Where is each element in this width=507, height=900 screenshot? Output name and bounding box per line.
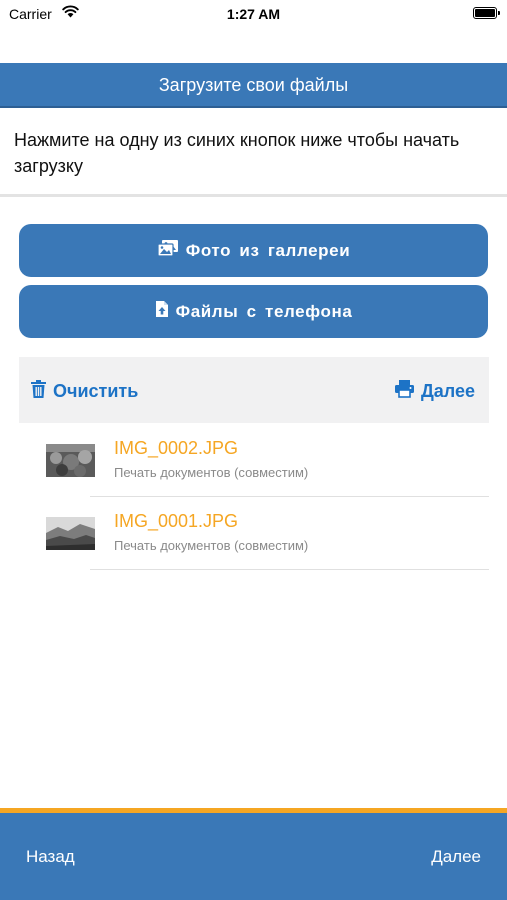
file-thumbnail (46, 517, 95, 550)
phone-files-button[interactable]: Файлы с телефона (19, 285, 488, 338)
clock: 1:27 AM (226, 6, 281, 22)
battery-icon (473, 7, 500, 19)
toolbar-next-label: Далее (420, 380, 475, 401)
phone-files-label: Файлы с телефона (175, 301, 353, 321)
images-icon (157, 239, 186, 262)
next-button[interactable]: Далее (431, 847, 481, 867)
file-description: Печать документов (совместим) (114, 465, 309, 480)
file-thumbnail (46, 444, 95, 477)
list-item[interactable]: IMG_0001.JPG Печать документов (совмести… (0, 497, 507, 570)
bottom-bar: Назад Далее (0, 813, 507, 900)
clear-label: Очистить (53, 381, 139, 401)
trash-icon (30, 379, 53, 404)
file-name: IMG_0002.JPG (114, 438, 239, 458)
gallery-photos-label: Фото из галлереи (185, 240, 351, 260)
file-description: Печать документов (совместим) (114, 538, 309, 553)
status-bar: Carrier 1:27 AM (0, 0, 507, 30)
back-button[interactable]: Назад (26, 847, 75, 867)
row-divider (90, 569, 489, 570)
toolbar-next-button[interactable]: Далее (394, 379, 475, 403)
clear-button[interactable]: Очистить (30, 379, 138, 404)
nav-bar: Загрузите свои файлы (0, 63, 507, 108)
gallery-photos-button[interactable]: Фото из галлереи (19, 224, 488, 277)
instruction-text: Нажмите на одну из синих кнопок ниже что… (14, 130, 460, 176)
file-toolbar: Очистить Далее (19, 357, 489, 423)
file-upload-icon (155, 300, 176, 323)
divider (0, 194, 507, 197)
printer-icon (394, 379, 421, 403)
list-item[interactable]: IMG_0002.JPG Печать документов (совмести… (0, 424, 507, 497)
file-list: IMG_0002.JPG Печать документов (совмести… (0, 424, 507, 570)
file-name: IMG_0001.JPG (114, 511, 239, 531)
page-title: Загрузите свои файлы (158, 75, 349, 95)
